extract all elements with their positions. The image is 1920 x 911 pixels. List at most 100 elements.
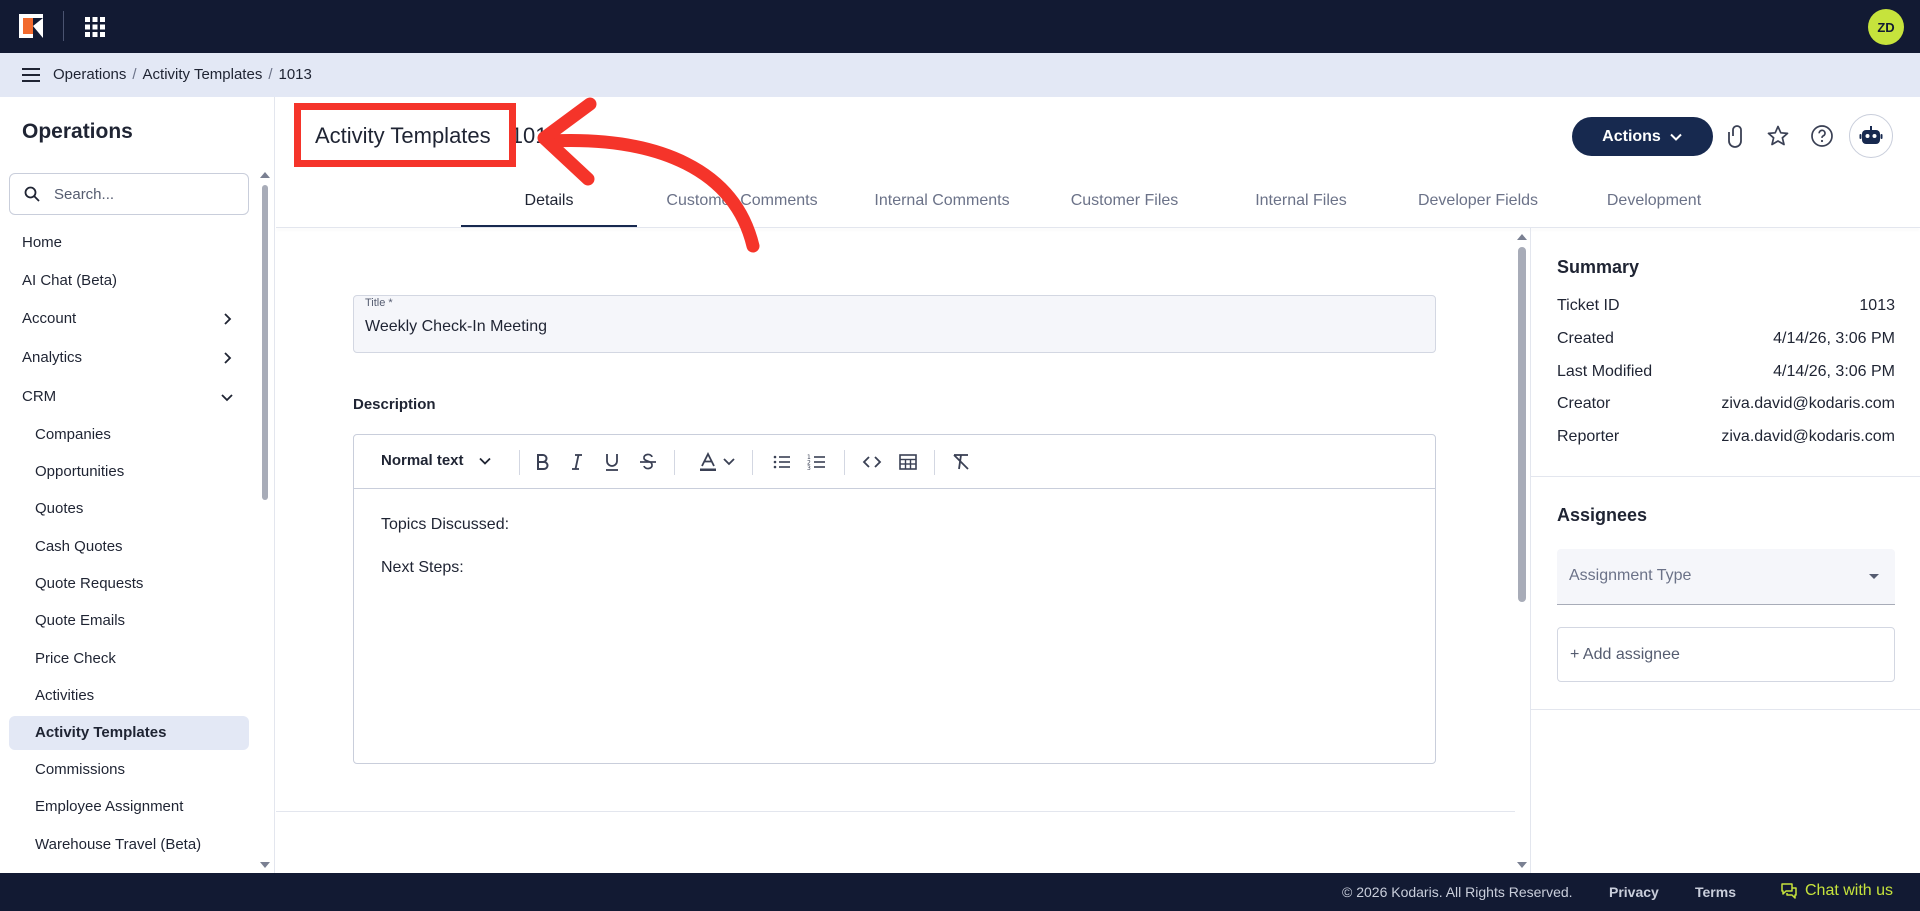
breadcrumb-separator: / [132, 66, 137, 83]
bullet-list-icon[interactable] [771, 451, 793, 473]
editor-toolbar: Normal text 123 [354, 435, 1435, 489]
summary-value: 4/14/26, 3:06 PM [1773, 330, 1895, 347]
chat-label: Chat with us [1805, 882, 1894, 899]
main-scroll-down[interactable] [1517, 862, 1527, 868]
table-icon[interactable] [897, 451, 919, 473]
text-color-icon[interactable] [697, 451, 719, 473]
description-label: Description [353, 396, 436, 413]
sidebar-item-quotes[interactable]: Quotes [35, 499, 83, 519]
summary-label: Creator [1557, 395, 1611, 412]
user-avatar[interactable]: ZD [1868, 9, 1904, 45]
strikethrough-icon[interactable] [637, 451, 659, 473]
sidebar-item-analytics[interactable]: Analytics [22, 348, 82, 368]
summary-row-ticket-id: Ticket ID 1013 [1557, 297, 1895, 315]
breadcrumb-item-operations[interactable]: Operations [53, 66, 126, 83]
summary-row-created: Created 4/14/26, 3:06 PM [1557, 330, 1895, 348]
summary-value: ziva.david@kodaris.com [1721, 428, 1895, 445]
search-icon [24, 186, 40, 202]
sidebar-item-employee-assignment[interactable]: Employee Assignment [35, 797, 183, 817]
breadcrumb-item-record: 1013 [278, 66, 312, 83]
add-assignee-label: + Add assignee [1570, 646, 1680, 663]
summary-row-last-modified: Last Modified 4/14/26, 3:06 PM [1557, 363, 1895, 381]
block-style-select[interactable]: Normal text [381, 452, 492, 469]
breadcrumb: Operations / Activity Templates / 1013 [53, 66, 312, 83]
actions-button[interactable]: Actions [1572, 117, 1713, 156]
assignment-type-select[interactable]: Assignment Type [1557, 549, 1895, 605]
add-assignee-input[interactable]: + Add assignee [1557, 627, 1895, 682]
main-scrollbar[interactable] [1518, 247, 1526, 602]
chevron-right-icon[interactable] [220, 312, 234, 326]
sidebar-item-ai-chat[interactable]: AI Chat (Beta) [22, 271, 117, 291]
chevron-down-icon [478, 457, 491, 465]
tab-internal-files[interactable]: Internal Files [1212, 188, 1390, 227]
kodaris-logo[interactable] [19, 14, 43, 38]
tab-internal-comments[interactable]: Internal Comments [847, 188, 1037, 227]
sidebar: Operations Search... Home AI Chat (Beta)… [0, 97, 275, 873]
panel-divider [1531, 709, 1920, 710]
chevron-down-icon[interactable] [718, 451, 740, 473]
sidebar-item-quote-emails[interactable]: Quote Emails [35, 611, 125, 631]
sidebar-item-activities[interactable]: Activities [35, 686, 94, 706]
dropdown-caret-icon [1869, 574, 1879, 579]
sidebar-scroll-down[interactable] [260, 862, 270, 868]
help-icon[interactable] [1810, 124, 1834, 148]
paperclip-icon[interactable] [1723, 124, 1747, 148]
underline-icon[interactable] [601, 451, 623, 473]
tab-developer-fields[interactable]: Developer Fields [1390, 188, 1566, 227]
footer-privacy-link[interactable]: Privacy [1609, 884, 1659, 900]
summary-label: Reporter [1557, 428, 1620, 445]
sidebar-item-quote-requests[interactable]: Quote Requests [35, 574, 143, 594]
chat-with-us-button[interactable]: Chat with us [1780, 882, 1893, 900]
sidebar-item-companies[interactable]: Companies [35, 425, 111, 445]
summary-value: ziva.david@kodaris.com [1721, 395, 1895, 412]
chevron-right-icon[interactable] [220, 351, 234, 365]
summary-label: Ticket ID [1557, 297, 1620, 314]
footer: © 2026 Kodaris. All Rights Reserved. Pri… [0, 873, 1920, 911]
editor-line: Topics Discussed: [381, 516, 510, 533]
sidebar-item-activity-templates[interactable]: Activity Templates [35, 723, 166, 743]
footer-terms-link[interactable]: Terms [1695, 884, 1736, 900]
sidebar-item-opportunities[interactable]: Opportunities [35, 462, 124, 482]
assignees-title: Assignees [1557, 505, 1648, 525]
sidebar-scroll-up[interactable] [260, 172, 270, 178]
assignment-type-placeholder: Assignment Type [1569, 567, 1692, 584]
numbered-list-icon[interactable]: 123 [806, 451, 828, 473]
sidebar-item-warehouse-travel[interactable]: Warehouse Travel (Beta) [35, 835, 201, 855]
breadcrumb-item-activity-templates[interactable]: Activity Templates [143, 66, 263, 83]
bot-icon [1859, 126, 1883, 144]
bold-icon[interactable] [531, 451, 553, 473]
tab-customer-files[interactable]: Customer Files [1037, 188, 1212, 227]
clear-format-icon[interactable] [950, 451, 972, 473]
sidebar-item-account[interactable]: Account [22, 309, 76, 329]
content-divider [276, 811, 1515, 812]
app-grid-icon[interactable] [84, 16, 106, 38]
menu-icon[interactable] [22, 67, 40, 83]
main-scroll-up[interactable] [1517, 234, 1527, 240]
toolbar-divider [844, 450, 845, 475]
sidebar-item-commissions[interactable]: Commissions [35, 760, 125, 780]
star-icon[interactable] [1766, 124, 1790, 148]
title-field[interactable]: Title * Weekly Check-In Meeting [353, 295, 1436, 353]
code-icon[interactable] [861, 451, 883, 473]
summary-row-reporter: Reporter ziva.david@kodaris.com [1557, 428, 1895, 446]
title-field-value[interactable]: Weekly Check-In Meeting [365, 318, 547, 336]
summary-label: Created [1557, 330, 1614, 347]
sidebar-item-crm[interactable]: CRM [22, 387, 56, 407]
topbar-divider [63, 11, 64, 41]
sidebar-scrollbar[interactable] [262, 185, 268, 500]
breadcrumb-bar: Operations / Activity Templates / 1013 [0, 53, 1920, 97]
tab-development[interactable]: Development [1566, 188, 1742, 227]
summary-label: Last Modified [1557, 363, 1653, 380]
chevron-down-icon[interactable] [220, 390, 234, 404]
annotation-highlight-box [294, 103, 516, 167]
search-placeholder: Search... [54, 186, 115, 203]
sidebar-search-input[interactable]: Search... [9, 173, 249, 215]
sidebar-item-price-check[interactable]: Price Check [35, 649, 116, 669]
italic-icon[interactable] [566, 451, 588, 473]
svg-text:3: 3 [807, 465, 811, 472]
sidebar-item-cash-quotes[interactable]: Cash Quotes [35, 537, 123, 557]
sidebar-item-home[interactable]: Home [22, 233, 62, 253]
ai-assistant-button[interactable] [1849, 114, 1893, 158]
editor-content[interactable]: Topics Discussed: Next Steps: [381, 515, 509, 601]
description-editor: Normal text 123 Topics Discussed: Next S… [353, 434, 1436, 764]
